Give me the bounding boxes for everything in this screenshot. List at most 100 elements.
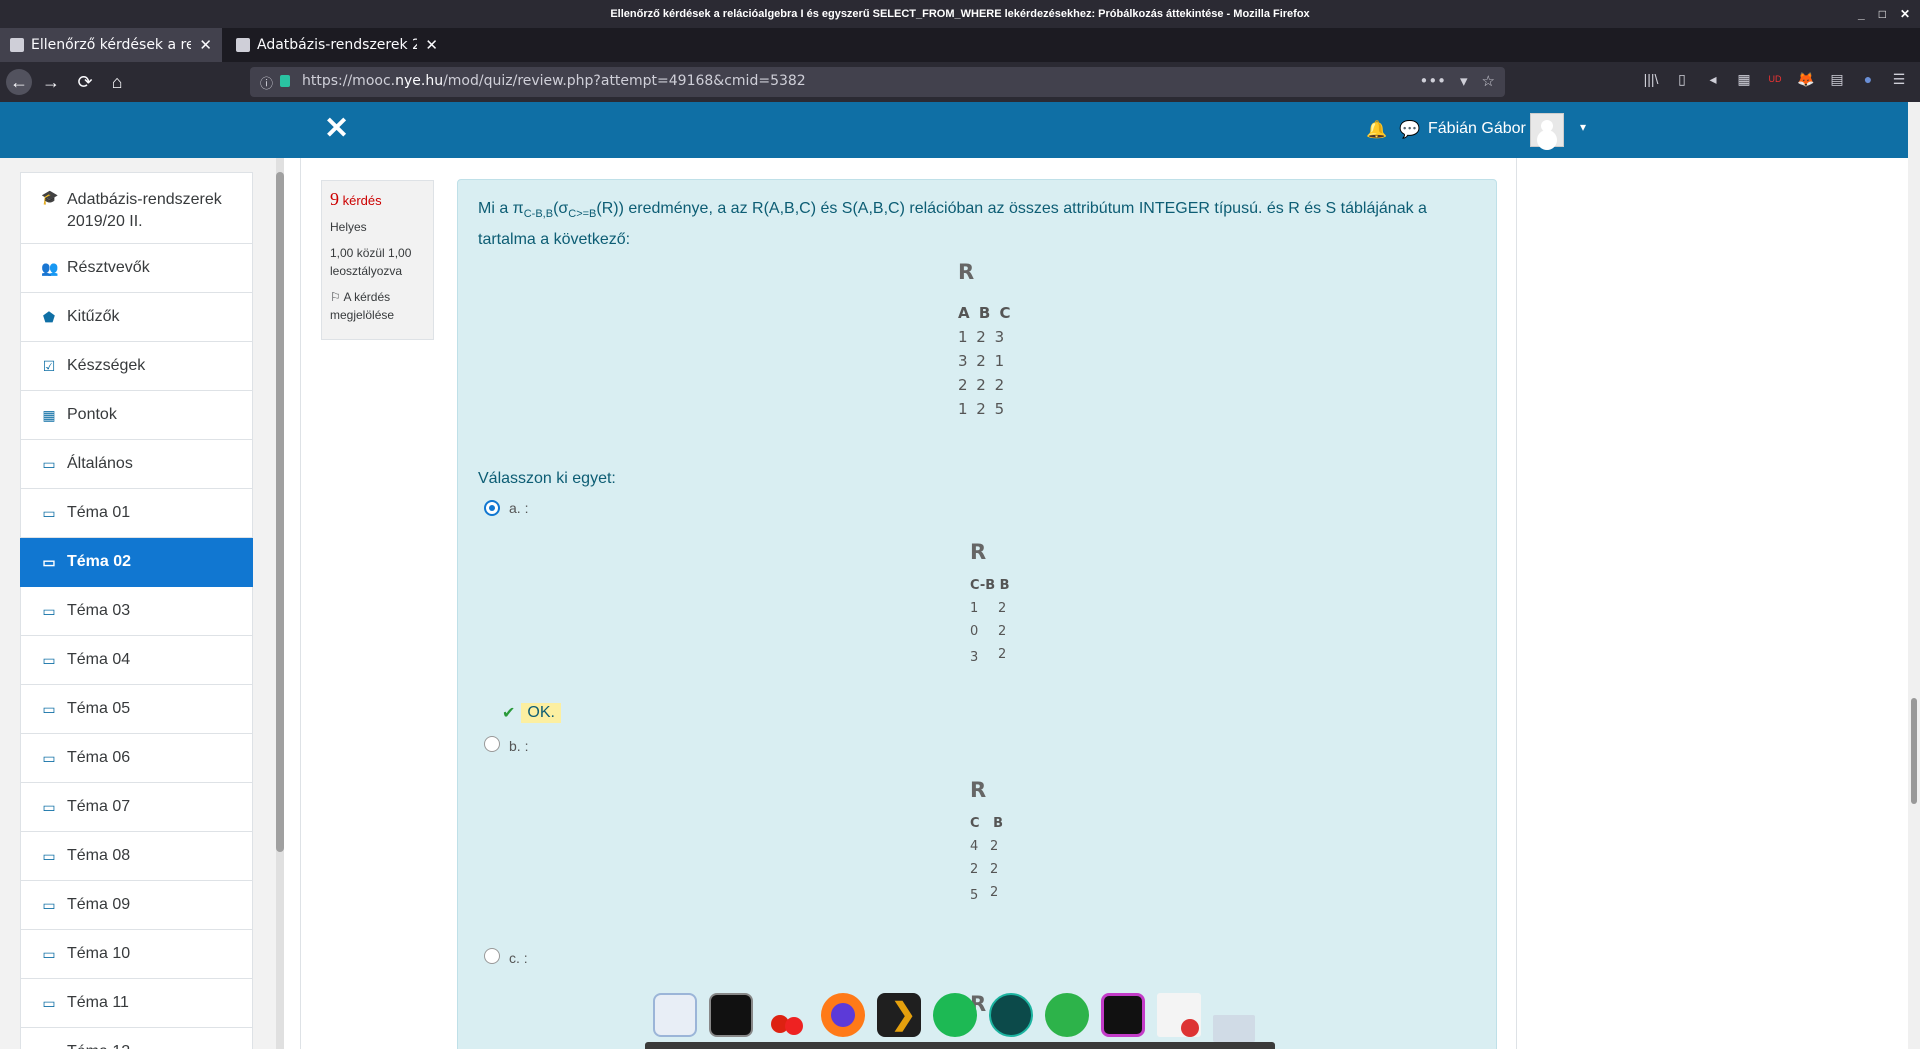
window-title: Ellenőrző kérdések a relációalgebra I és…: [610, 8, 1310, 20]
plex-icon[interactable]: ❯: [877, 993, 921, 1037]
folder-icon: ▭: [42, 799, 56, 815]
close-tab-icon[interactable]: ✕: [199, 36, 212, 54]
user-menu-caret-icon[interactable]: ▾: [1580, 120, 1586, 134]
qbittorrent-icon[interactable]: [1045, 993, 1089, 1037]
page-scrollbar[interactable]: [1908, 102, 1920, 1049]
option-a-label[interactable]: a. :: [509, 500, 528, 516]
user-name[interactable]: Fábián Gábor: [1428, 120, 1526, 138]
forward-button[interactable]: →: [38, 69, 64, 95]
pocket-icon[interactable]: ▾: [1460, 72, 1468, 90]
cherry-icon[interactable]: [765, 993, 809, 1037]
sidebar-item[interactable]: ▭ Téma 11: [20, 979, 253, 1028]
sidebar-item[interactable]: ▭ Téma 02: [20, 538, 253, 587]
extension-icon[interactable]: ●: [1859, 70, 1877, 88]
page-scrollbar-thumb[interactable]: [1911, 698, 1917, 804]
table-cell: 2: [998, 601, 1007, 616]
sidebar-item[interactable]: ▭ Téma 03: [20, 587, 253, 636]
close-tab-icon[interactable]: ✕: [425, 36, 438, 54]
site-header: ✕ 🔔 💬 Fábián Gábor ▾: [0, 102, 1908, 158]
flag-question-link[interactable]: ⚐ A kérdés megjelölése: [330, 288, 425, 324]
table-title: R: [958, 260, 975, 284]
drawer-scrollbar[interactable]: [276, 158, 284, 1049]
main-region: 9 kérdés Helyes 1,00 közül 1,00 leosztál…: [300, 158, 1517, 1049]
sidebar-item[interactable]: ▭ Téma 07: [20, 783, 253, 832]
course-cap-icon: 🎓: [41, 189, 59, 205]
reload-button[interactable]: ⟳: [72, 69, 98, 95]
page-actions-icon[interactable]: •••: [1419, 72, 1446, 90]
tab-course[interactable]: Adatbázis-rendszerek 20 ✕: [226, 28, 448, 62]
option-a-radio[interactable]: [484, 500, 500, 516]
sidebar-item[interactable]: ▭ Téma 04: [20, 636, 253, 685]
sidebar-item[interactable]: ☑ Készségek: [20, 342, 253, 391]
sidebar-item[interactable]: ▭ Téma 01: [20, 489, 253, 538]
tab-quiz-review[interactable]: Ellenőrző kérdések a relá ✕: [0, 28, 222, 62]
table-cell: 3: [970, 650, 979, 665]
intellij-icon[interactable]: [1101, 993, 1145, 1037]
extension-icon[interactable]: 🦊: [1797, 70, 1815, 88]
extension-icon[interactable]: ◂: [1704, 70, 1722, 88]
extension-icon[interactable]: ▤: [1828, 70, 1846, 88]
sidebar-item-label: Téma 05: [67, 700, 131, 717]
minimize-button[interactable]: _: [1858, 0, 1865, 28]
library-icon[interactable]: |||\: [1642, 70, 1660, 88]
blank-app-icon[interactable]: [1213, 1015, 1255, 1042]
option-c-label[interactable]: c. :: [509, 950, 528, 966]
table-row: 1 2 5: [958, 400, 1007, 418]
sidebar-item[interactable]: 👥 Résztvevők: [20, 244, 253, 293]
sidebar-item[interactable]: ▭ Téma 06: [20, 734, 253, 783]
avatar[interactable]: [1530, 113, 1564, 147]
sidebar-item[interactable]: 🎓 Adatbázis-rendszerek 2019/20 II.: [20, 172, 253, 244]
sidebar-item[interactable]: ▭ Téma 09: [20, 881, 253, 930]
sidebar-item-label: Adatbázis-rendszerek 2019/20 II.: [67, 191, 222, 230]
document-editor-icon[interactable]: [1157, 993, 1201, 1037]
url-text[interactable]: https://mooc.nye.hu/mod/quiz/review.php?…: [302, 73, 806, 89]
info-icon[interactable]: ⓘ: [260, 73, 273, 92]
spotify-icon[interactable]: [933, 993, 977, 1037]
table-cell: 1: [970, 601, 979, 616]
drawer-scrollbar-thumb[interactable]: [276, 172, 284, 852]
table-header: C B: [970, 816, 1004, 831]
files-icon[interactable]: [653, 993, 697, 1037]
folder-icon: ▭: [42, 897, 56, 913]
bookmark-star-icon[interactable]: ☆: [1482, 72, 1495, 90]
close-drawer-icon[interactable]: ✕: [324, 114, 349, 144]
sidebar-item[interactable]: ▦ Pontok: [20, 391, 253, 440]
participants-icon: 👥: [41, 260, 59, 276]
question-content: Mi a πC-B,B(σC>=B(R)) eredménye, a az R(…: [457, 179, 1497, 1049]
maximize-button[interactable]: □: [1879, 0, 1886, 28]
notifications-bell-icon[interactable]: 🔔: [1366, 120, 1387, 140]
table-cell: 0: [970, 624, 979, 639]
terminal-icon[interactable]: [709, 993, 753, 1037]
sidebar-item[interactable]: ▭ Téma 10: [20, 930, 253, 979]
messages-icon[interactable]: 💬: [1399, 120, 1420, 140]
back-button[interactable]: ←: [6, 69, 32, 95]
sidebar-item[interactable]: ▭ Általános: [20, 440, 253, 489]
nav-drawer-list: 🎓 Adatbázis-rendszerek 2019/20 II. 👥 Résztv…: [20, 172, 253, 1049]
extension-icon[interactable]: ▦: [1735, 70, 1753, 88]
sidebar-item[interactable]: ▭ Téma 05: [20, 685, 253, 734]
home-button[interactable]: ⌂: [104, 69, 130, 95]
sidebar-icon[interactable]: ▯: [1673, 70, 1691, 88]
sidebar-item[interactable]: ⬟ Kitűzők: [20, 293, 253, 342]
option-b-radio[interactable]: [484, 736, 500, 752]
option-c-radio[interactable]: [484, 948, 500, 964]
option-b-label[interactable]: b. :: [509, 738, 528, 754]
app-dock: ❯: [645, 985, 1275, 1049]
menu-icon[interactable]: ☰: [1890, 70, 1908, 88]
window-controls: _ □ ✕: [1858, 0, 1910, 28]
lock-icon[interactable]: [280, 75, 290, 87]
table-cell: 2: [970, 862, 979, 877]
sidebar-item[interactable]: ▭ Téma 12: [20, 1028, 253, 1049]
badge-icon: ⬟: [42, 309, 56, 325]
option-a-rows: 1 0 3 2 2 2: [970, 593, 1010, 665]
close-window-button[interactable]: ✕: [1900, 0, 1910, 28]
sidebar-item[interactable]: ▭ Téma 08: [20, 832, 253, 881]
ublock-icon[interactable]: UD: [1766, 70, 1784, 88]
firefox-icon[interactable]: [821, 993, 865, 1037]
url-bar[interactable]: ⓘ https://mooc.nye.hu/mod/quiz/review.ph…: [250, 67, 1505, 97]
table-cell: 2: [990, 885, 999, 900]
gitkraken-icon[interactable]: [989, 993, 1033, 1037]
folder-icon: ▭: [42, 652, 56, 668]
question-grade: 1,00 közül 1,00 leosztályozva: [330, 246, 412, 278]
sidebar-item-label: Téma 08: [67, 847, 131, 864]
